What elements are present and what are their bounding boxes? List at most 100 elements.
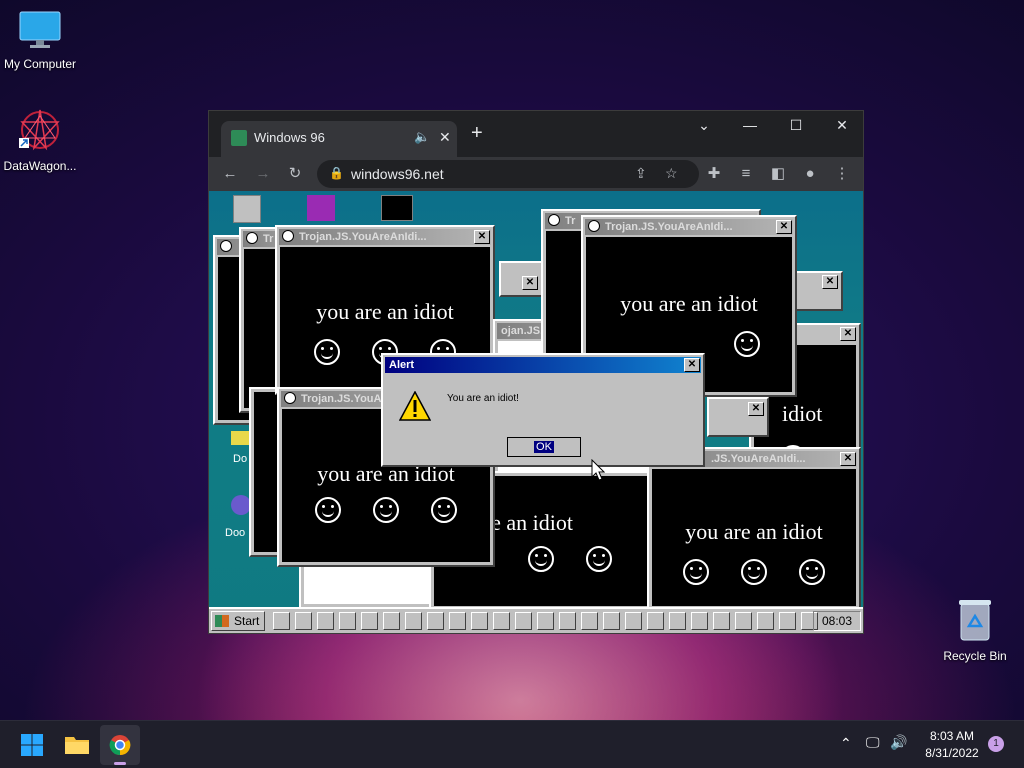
popup-close-button[interactable]: ✕ <box>840 327 856 341</box>
popup-close-button[interactable]: ✕ <box>748 402 764 416</box>
popup-message: are an idiot <box>474 510 573 535</box>
menu-icon[interactable]: ⋮ <box>831 165 853 183</box>
speaker-icon[interactable]: 🔈 <box>414 129 430 145</box>
terminal-icon[interactable] <box>381 195 413 221</box>
smiley-icon <box>683 559 709 585</box>
popup-title-bar[interactable]: Trojan.JS.YouAreAnIdi... <box>279 229 491 245</box>
taskbar-item[interactable] <box>603 612 620 630</box>
taskbar-item[interactable] <box>713 612 730 630</box>
alert-close-button[interactable]: ✕ <box>684 358 700 372</box>
folder-icon[interactable] <box>231 431 251 445</box>
taskbar: ⌃ 🖵 🔊 8:03 AM 8/31/2022 1 <box>0 720 1024 768</box>
popup-window[interactable]: ✕ <box>707 397 769 437</box>
chevron-up-icon[interactable]: ⌃ <box>840 735 852 752</box>
start-logo-icon <box>215 615 229 627</box>
alert-title-bar[interactable]: Alert <box>385 357 701 373</box>
popup-body: you are an idiot <box>652 469 856 606</box>
extensions-icon[interactable]: ✚ <box>703 165 725 183</box>
volume-icon[interactable]: 🔊 <box>890 734 907 751</box>
popup-close-button[interactable]: ✕ <box>522 276 538 290</box>
clock-time[interactable]: 8:03 AM <box>921 729 983 743</box>
taskbar-item[interactable] <box>625 612 642 630</box>
smiley-icon <box>588 220 600 232</box>
alert-dialog[interactable]: Alert ✕ You are an idiot! OK <box>381 353 705 467</box>
taskbar-item[interactable] <box>273 612 290 630</box>
popup-close-button[interactable]: ✕ <box>840 452 856 466</box>
win96-favicon-icon <box>231 130 247 146</box>
desktop-icon-my-computer[interactable]: My Computer <box>0 10 80 71</box>
popup-title-bar[interactable]: Trojan.JS.YouAreAnIdi... <box>585 219 793 235</box>
desktop-icon-datawagon[interactable]: DataWagon... <box>0 108 80 173</box>
popup-window[interactable]: .JS.YouAreAnIdi... ✕ you are an idiot <box>647 447 861 611</box>
active-indicator <box>114 762 126 765</box>
taskbar-item[interactable] <box>471 612 488 630</box>
desktop-icon-label: DataWagon... <box>3 159 77 173</box>
monitor-icon <box>19 11 61 48</box>
taskbar-item[interactable] <box>559 612 576 630</box>
file-explorer-icon[interactable] <box>64 733 90 755</box>
taskbar-item[interactable] <box>581 612 598 630</box>
taskbar-item[interactable] <box>735 612 752 630</box>
desktop-icon-recycle-bin[interactable]: Recycle Bin <box>935 598 1015 663</box>
network-icon[interactable]: 🖵 <box>866 734 880 751</box>
win96-desktop[interactable]: Do Doo Tr Trojan.JS.YouAreAnIdi... ✕ you… <box>209 191 863 633</box>
start-button[interactable]: Start <box>211 611 265 631</box>
popup-close-button[interactable]: ✕ <box>474 230 490 244</box>
new-tab-button[interactable]: + <box>471 123 483 143</box>
back-button[interactable]: ← <box>219 165 241 183</box>
popup-message: you are an idiot <box>316 299 454 324</box>
reload-button[interactable]: ↻ <box>284 165 306 183</box>
taskbar-item[interactable] <box>779 612 796 630</box>
profile-icon[interactable]: ● <box>799 165 821 183</box>
taskbar-item[interactable] <box>339 612 356 630</box>
win96-clock: 08:03 <box>813 611 861 631</box>
smiley-icon <box>220 240 232 252</box>
chrome-taskbar-button[interactable] <box>100 725 140 765</box>
taskbar-item[interactable] <box>427 612 444 630</box>
clock-date[interactable]: 8/31/2022 <box>921 746 983 760</box>
computer-icon[interactable] <box>233 195 261 223</box>
notification-badge[interactable]: 1 <box>988 736 1004 752</box>
taskbar-item[interactable] <box>691 612 708 630</box>
minimize-button[interactable]: — <box>727 117 773 133</box>
ok-button[interactable]: OK <box>507 437 581 457</box>
doom-icon[interactable] <box>231 495 251 515</box>
chrome-icon <box>109 735 131 756</box>
taskbar-item[interactable] <box>647 612 664 630</box>
smiley-icon <box>586 546 612 572</box>
media-control-icon[interactable]: ≡ <box>735 165 757 183</box>
cube-icon[interactable] <box>307 195 335 221</box>
taskbar-item[interactable] <box>515 612 532 630</box>
forward-button[interactable]: → <box>252 165 274 183</box>
taskbar-item[interactable] <box>757 612 774 630</box>
tab-windows-96[interactable]: Windows 96 🔈 ✕ <box>221 121 457 157</box>
taskbar-item[interactable] <box>537 612 554 630</box>
bookmark-star-icon[interactable]: ☆ <box>665 165 678 182</box>
taskbar-item[interactable] <box>493 612 510 630</box>
popup-window[interactable]: ✕ <box>499 261 543 297</box>
taskbar-item[interactable] <box>295 612 312 630</box>
browser-toolbar: ← → ↻ 🔒 windows96.net ⇪ ☆ ✚ ≡ ◧ ● ⋮ <box>209 157 863 191</box>
close-window-button[interactable]: ✕ <box>819 117 865 134</box>
desktop-label: Doo <box>225 527 246 539</box>
win96-taskbar: Start 08:03 <box>209 607 863 633</box>
popup-close-button[interactable]: ✕ <box>822 275 838 289</box>
address-bar[interactable]: 🔒 windows96.net ⇪ ☆ <box>317 160 699 188</box>
taskbar-item[interactable] <box>383 612 400 630</box>
taskbar-item[interactable] <box>317 612 334 630</box>
maximize-button[interactable]: ☐ <box>773 117 819 134</box>
taskbar-item[interactable] <box>361 612 378 630</box>
start-menu-icon[interactable] <box>20 733 44 757</box>
popup-close-button[interactable]: ✕ <box>776 220 792 234</box>
close-tab-icon[interactable]: ✕ <box>439 129 451 146</box>
taskbar-item[interactable] <box>449 612 466 630</box>
smiley-row <box>512 546 656 577</box>
share-icon[interactable]: ⇪ <box>635 165 647 182</box>
taskbar-item[interactable] <box>669 612 686 630</box>
taskbar-item[interactable] <box>405 612 422 630</box>
warning-icon <box>399 391 431 421</box>
side-panel-icon[interactable]: ◧ <box>767 165 789 183</box>
smiley-icon <box>373 497 399 523</box>
tab-search-icon[interactable]: ⌄ <box>681 117 727 134</box>
popup-title: Tr <box>263 233 274 245</box>
